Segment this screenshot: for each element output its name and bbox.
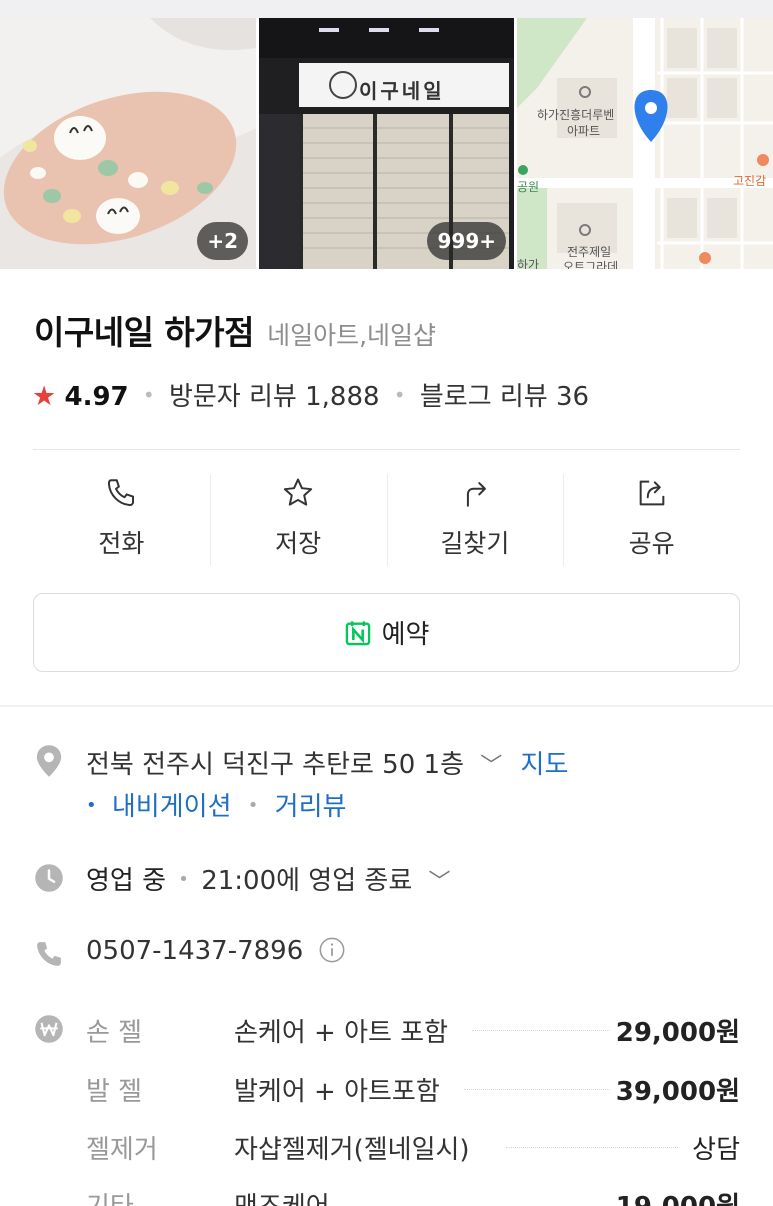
photo-storefront[interactable]: 이구네일 999+ xyxy=(259,18,514,269)
save-button[interactable]: 저장 xyxy=(209,468,387,568)
phone-number: 0507-1437-7896 xyxy=(86,936,304,966)
directions-button[interactable]: 길찾기 xyxy=(386,468,564,568)
share-label: 공유 xyxy=(628,529,675,558)
hours-row[interactable]: 영업 중 • 21:00에 영업 종료 ﹀ xyxy=(86,860,451,897)
address-text: 전북 전주시 덕진구 추탄로 50 1층 xyxy=(86,750,464,780)
won-currency-icon xyxy=(35,1015,63,1043)
hours-expand-chevron-icon[interactable]: ﹀ xyxy=(429,870,451,895)
place-name: 이구네일 하가점 xyxy=(34,313,255,352)
photo-count-badge: +2 xyxy=(197,222,248,260)
star-outline-icon xyxy=(283,478,313,506)
rating-score: 4.97 xyxy=(64,382,129,412)
closing-time: 21:00에 영업 종료 xyxy=(201,866,413,896)
business-status: 영업 중 xyxy=(86,866,167,896)
action-bar: 전화 저장 길찾기 공유 xyxy=(33,468,740,568)
phone-icon xyxy=(108,479,135,507)
photo-gallery: +2 이구네일 999+ 하가진흥더루벤 아파트 공원 전주제일 오트그라데 하… xyxy=(0,18,773,269)
phone-row[interactable]: 0507-1437-7896 xyxy=(86,936,346,966)
separator-dot: • xyxy=(142,383,155,407)
price-item: 맨즈케어 xyxy=(234,1186,330,1206)
clock-icon xyxy=(35,864,63,892)
price-value: 39,000원 xyxy=(615,1077,740,1107)
address-expand-chevron-icon[interactable]: ﹀ xyxy=(480,754,502,779)
share-button[interactable]: 공유 xyxy=(563,468,740,568)
price-category: 손 젤 xyxy=(86,1018,143,1048)
streetview-link[interactable]: 거리뷰 xyxy=(275,792,347,822)
place-category: 네일아트,네일샵 xyxy=(267,321,437,350)
separator-dot: • xyxy=(178,869,189,890)
place-title-row: 이구네일 하가점 네일아트,네일샵 xyxy=(34,306,436,354)
storefront-sign-text: 이구네일 xyxy=(359,79,445,103)
price-item: 자샵젤제거(젤네일시) xyxy=(234,1135,470,1165)
price-category: 기타 xyxy=(86,1186,134,1206)
map-label-apartment: 하가진흥더루벤 xyxy=(537,108,615,122)
divider xyxy=(33,449,740,450)
call-label: 전화 xyxy=(98,529,145,558)
map-label-apartment-2: 아파트 xyxy=(567,124,601,138)
reserve-button[interactable]: 예약 xyxy=(33,593,740,672)
separator-dot: • xyxy=(393,383,406,407)
price-item: 발케어 + 아트포함 xyxy=(234,1077,440,1107)
reserve-label: 예약 xyxy=(381,620,430,650)
price-category: 젤제거 xyxy=(86,1135,158,1165)
address-row: 전북 전주시 덕진구 추탄로 50 1층 ﹀ 지도 xyxy=(86,744,568,781)
photo-nails[interactable]: +2 xyxy=(0,18,256,269)
price-category: 발 젤 xyxy=(86,1077,143,1107)
price-item: 손케어 + 아트 포함 xyxy=(234,1018,449,1048)
map-label-haga: 하가 xyxy=(517,258,540,269)
separator-dot: • xyxy=(247,795,259,816)
directions-label: 길찾기 xyxy=(440,529,510,558)
price-value: 19,000원 xyxy=(616,1186,740,1206)
photo-count-badge: 999+ xyxy=(427,222,506,260)
navigation-link[interactable]: 내비게이션 xyxy=(112,792,232,822)
info-circle-icon[interactable] xyxy=(318,936,346,964)
map-preview[interactable]: 하가진흥더루벤 아파트 공원 전주제일 오트그라데 하가 고진감 xyxy=(517,18,773,269)
section-divider xyxy=(0,705,773,707)
map-thumbnail xyxy=(517,18,773,269)
location-pin-icon xyxy=(36,745,62,777)
map-label-restaurant: 고진감 xyxy=(733,174,767,188)
map-link[interactable]: 지도 xyxy=(521,750,569,780)
separator-dot: • xyxy=(86,795,97,816)
save-label: 저장 xyxy=(275,529,322,558)
price-value: 29,000원 xyxy=(615,1018,740,1048)
share-icon xyxy=(639,480,664,506)
price-leader xyxy=(464,1089,610,1090)
map-label-school-2: 오트그라데 xyxy=(563,260,619,269)
map-label-park: 공원 xyxy=(517,180,540,194)
blog-review-link[interactable]: 블로그 리뷰 36 xyxy=(420,382,589,412)
phone-filled-icon xyxy=(37,942,61,966)
directions-arrow-icon xyxy=(466,482,486,507)
visitor-review-link[interactable]: 방문자 리뷰 1,888 xyxy=(169,382,380,412)
price-leader xyxy=(506,1147,678,1148)
star-icon: ★ xyxy=(32,381,57,412)
naver-calendar-icon xyxy=(345,620,370,645)
rating-row: ★ 4.97 • 방문자 리뷰 1,888 • 블로그 리뷰 36 xyxy=(32,376,589,413)
price-leader xyxy=(472,1030,610,1031)
call-button[interactable]: 전화 xyxy=(33,468,210,568)
top-strip xyxy=(0,0,773,18)
address-links-row: • 내비게이션 • 거리뷰 xyxy=(86,786,346,823)
price-value: 상담 xyxy=(692,1135,740,1165)
